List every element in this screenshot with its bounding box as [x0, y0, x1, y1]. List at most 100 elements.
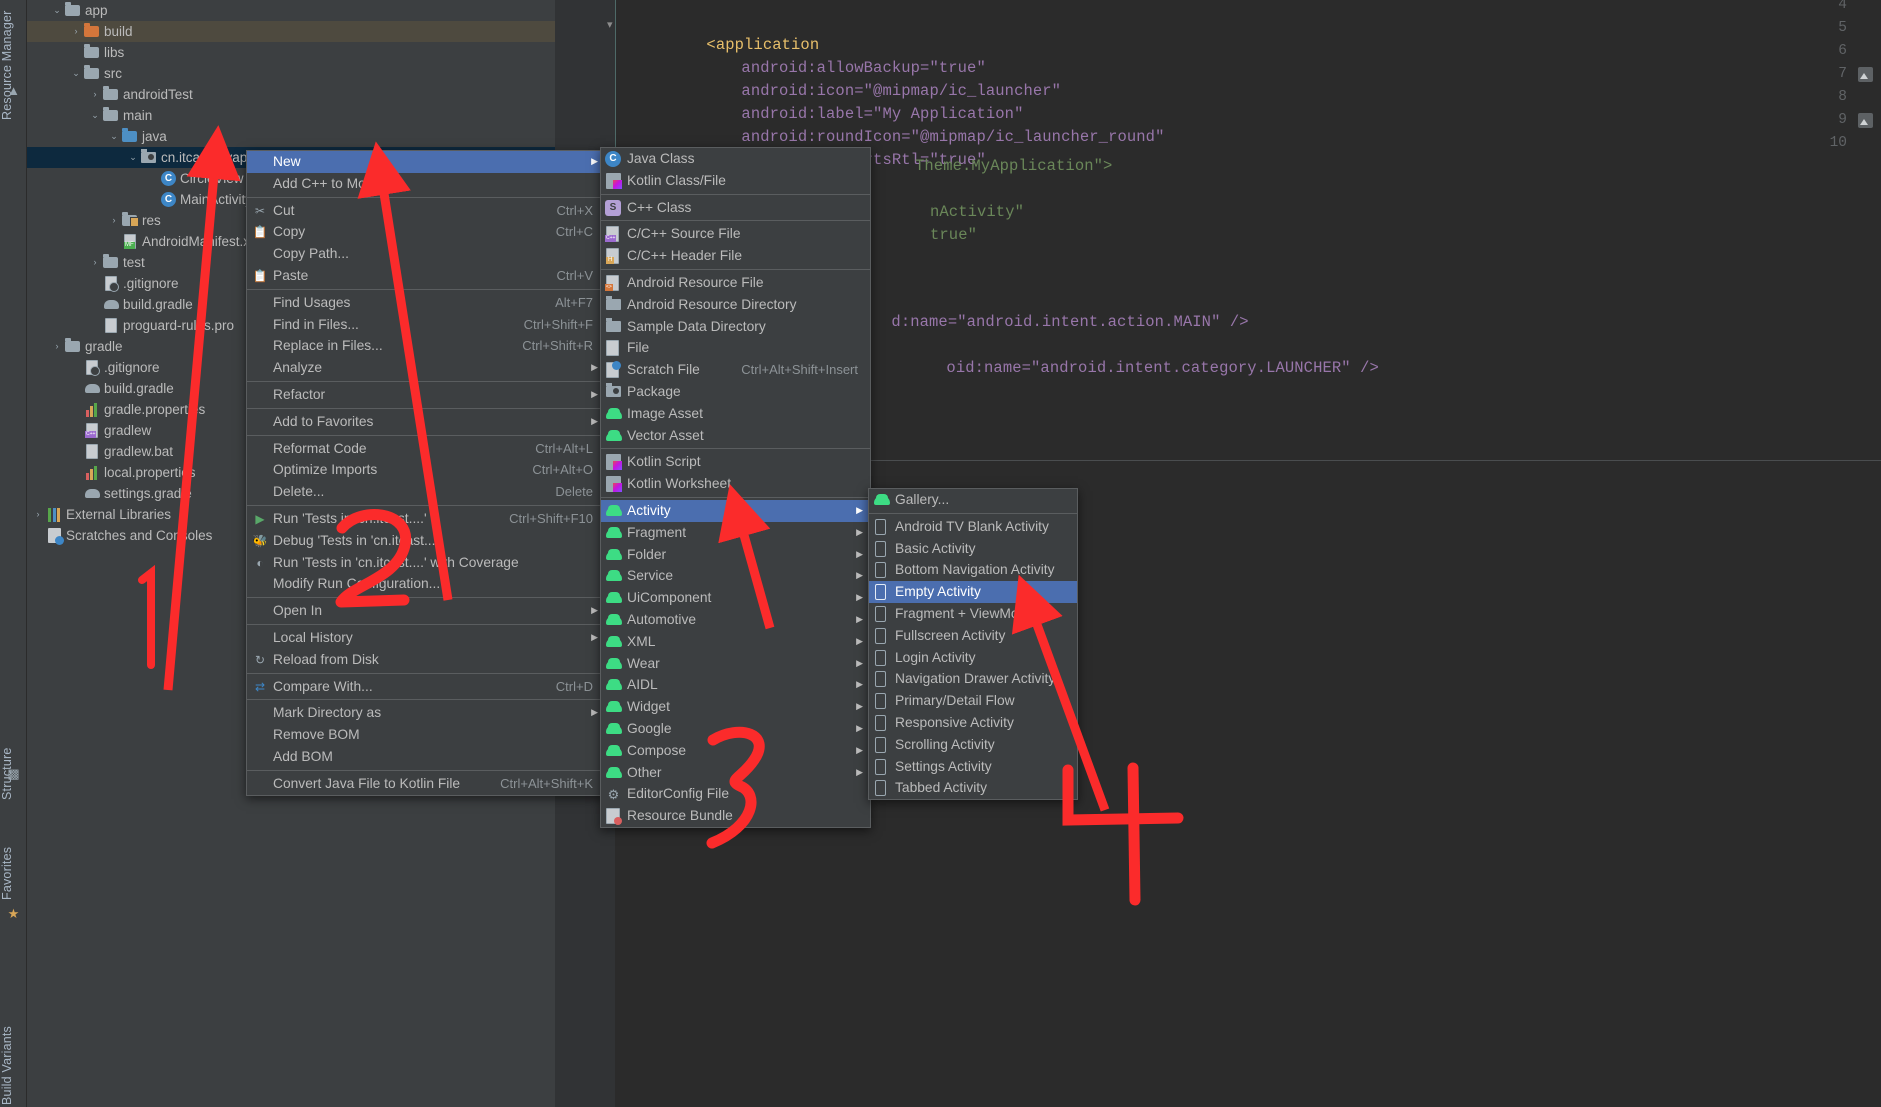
- tree-node-androidtest[interactable]: › androidTest: [27, 84, 555, 105]
- menu-item-modify-run-configuration[interactable]: Modify Run Configuration...: [247, 573, 605, 595]
- chevron-right-icon[interactable]: ›: [50, 336, 64, 357]
- menu-item-vector-asset[interactable]: Vector Asset: [601, 425, 870, 447]
- menu-item-add-to-favorites[interactable]: Add to Favorites ▶: [247, 411, 605, 433]
- menu-item-fullscreen-activity[interactable]: Fullscreen Activity: [869, 625, 1077, 647]
- menu-item-activity[interactable]: Activity ▶: [601, 499, 870, 522]
- chevron-right-icon[interactable]: ›: [31, 504, 45, 525]
- menu-item-run-tests-in-cn-itcast[interactable]: ▶ Run 'Tests in 'cn.itcast....' Ctrl+Shift…: [247, 508, 605, 530]
- menu-item-java-class[interactable]: C Java Class: [601, 148, 870, 170]
- menu-item-add-bom[interactable]: Add BOM: [247, 746, 605, 768]
- menu-item-file[interactable]: File: [601, 337, 870, 359]
- menu-item-android-resource-file[interactable]: Android Resource File: [601, 272, 870, 294]
- sidebar-item-structure[interactable]: Structure: [0, 700, 27, 800]
- menu-item-new[interactable]: New ▶: [247, 151, 605, 173]
- tree-node-build[interactable]: › build: [27, 21, 555, 42]
- menu-item-debug-tests-in-cn-itcast[interactable]: 🐝 Debug 'Tests in 'cn.itcast....': [247, 530, 605, 552]
- menu-item-replace-in-files[interactable]: Replace in Files... Ctrl+Shift+R: [247, 335, 605, 357]
- menu-item-other[interactable]: Other ▶: [601, 762, 870, 784]
- menu-item-open-in[interactable]: Open In ▶: [247, 600, 605, 622]
- menu-item-aidl[interactable]: AIDL ▶: [601, 674, 870, 696]
- menu-item-kotlin-worksheet[interactable]: Kotlin Worksheet: [601, 473, 870, 495]
- menu-item-mark-directory-as[interactable]: Mark Directory as ▶: [247, 702, 605, 724]
- tree-node-main[interactable]: ⌄ main: [27, 105, 555, 126]
- menu-item-empty-activity[interactable]: Empty Activity: [869, 581, 1077, 603]
- chevron-right-icon[interactable]: ›: [88, 84, 102, 105]
- menu-item-compose[interactable]: Compose ▶: [601, 740, 870, 762]
- menu-item-reload-from-disk[interactable]: ↻ Reload from Disk: [247, 649, 605, 671]
- chevron-down-icon[interactable]: ⌄: [88, 105, 102, 126]
- chevron-right-icon[interactable]: ›: [69, 21, 83, 42]
- menu-item-wear[interactable]: Wear ▶: [601, 653, 870, 675]
- menu-item-navigation-drawer-activity[interactable]: Navigation Drawer Activity: [869, 668, 1077, 690]
- code-fold-icon[interactable]: ▾: [607, 18, 613, 31]
- menu-item-android-tv-blank-activity[interactable]: Android TV Blank Activity: [869, 516, 1077, 538]
- chevron-down-icon[interactable]: ⌄: [50, 0, 64, 21]
- menu-item-cut[interactable]: ✂ Cut Ctrl+X: [247, 200, 605, 222]
- chevron-down-icon[interactable]: ⌄: [126, 147, 140, 168]
- menu-item-reformat-code[interactable]: Reformat Code Ctrl+Alt+L: [247, 438, 605, 460]
- tree-node-libs[interactable]: libs: [27, 42, 555, 63]
- menu-item-add-c++-to-module[interactable]: Add C++ to Module: [247, 173, 605, 195]
- menu-item-uicomponent[interactable]: UiComponent ▶: [601, 587, 870, 609]
- menu-item-fragment[interactable]: Fragment ▶: [601, 522, 870, 544]
- menu-item-widget[interactable]: Widget ▶: [601, 696, 870, 718]
- sidebar-item-favorites[interactable]: Favorites: [0, 805, 27, 900]
- tree-node-app[interactable]: ⌄ app: [27, 0, 555, 21]
- menu-item-folder[interactable]: Folder ▶: [601, 544, 870, 566]
- chevron-down-icon[interactable]: ⌄: [107, 126, 121, 147]
- menu-item-sample-data-directory[interactable]: Sample Data Directory: [601, 316, 870, 338]
- menu-item-run-tests-in-cn-itcast-with-coverage[interactable]: ◐ Run 'Tests in 'cn.itcast....' with Cove…: [247, 552, 605, 574]
- activity-submenu[interactable]: Gallery... Android TV Blank Activity Basic…: [868, 488, 1078, 801]
- menu-item-find-usages[interactable]: Find Usages Alt+F7: [247, 292, 605, 314]
- menu-item-c++-class[interactable]: S C++ Class: [601, 197, 870, 219]
- menu-item-scratch-file[interactable]: Scratch File Ctrl+Alt+Shift+Insert: [601, 359, 870, 381]
- menu-item-image-asset[interactable]: Image Asset: [601, 403, 870, 425]
- menu-item-remove-bom[interactable]: Remove BOM: [247, 724, 605, 746]
- menu-item-delete[interactable]: Delete... Delete: [247, 481, 605, 503]
- menu-item-primary-detail-flow[interactable]: Primary/Detail Flow: [869, 690, 1077, 712]
- tree-node-java[interactable]: ⌄ java: [27, 126, 555, 147]
- menu-item-analyze[interactable]: Analyze ▶: [247, 357, 605, 379]
- tree-node-src[interactable]: ⌄ src: [27, 63, 555, 84]
- menu-item-editorconfig-file[interactable]: ⚙ EditorConfig File: [601, 783, 870, 805]
- menu-item-google[interactable]: Google ▶: [601, 718, 870, 740]
- menu-item-c-c++-header-file[interactable]: C/C++ Header File: [601, 245, 870, 267]
- menu-item-c-c++-source-file[interactable]: C/C++ Source File: [601, 223, 870, 245]
- menu-item-optimize-imports[interactable]: Optimize Imports Ctrl+Alt+O: [247, 459, 605, 481]
- menu-item-responsive-activity[interactable]: Responsive Activity: [869, 712, 1077, 734]
- menu-item-label: Add BOM: [273, 748, 333, 764]
- menu-item-service[interactable]: Service ▶: [601, 565, 870, 587]
- menu-item-kotlin-class-file[interactable]: Kotlin Class/File: [601, 170, 870, 192]
- chevron-right-icon[interactable]: ›: [88, 252, 102, 273]
- menu-item-fragment-+-viewmodel[interactable]: Fragment + ViewModel: [869, 603, 1077, 625]
- menu-item-find-in-files[interactable]: Find in Files... Ctrl+Shift+F: [247, 314, 605, 336]
- menu-item-scrolling-activity[interactable]: Scrolling Activity: [869, 734, 1077, 756]
- sidebar-item-resource-manager[interactable]: Resource Manager: [0, 0, 27, 120]
- menu-item-bottom-navigation-activity[interactable]: Bottom Navigation Activity: [869, 559, 1077, 581]
- sidebar-item-build-variants[interactable]: Build Variants: [0, 1026, 27, 1105]
- menu-item-android-resource-directory[interactable]: Android Resource Directory: [601, 294, 870, 316]
- image-preview-gutter-icon[interactable]: [1858, 67, 1873, 82]
- menu-item-paste[interactable]: 📋 Paste Ctrl+V: [247, 265, 605, 287]
- menu-item-automotive[interactable]: Automotive ▶: [601, 609, 870, 631]
- menu-item-local-history[interactable]: Local History ▶: [247, 627, 605, 649]
- menu-item-copy[interactable]: 📋 Copy Ctrl+C: [247, 221, 605, 243]
- menu-item-kotlin-script[interactable]: Kotlin Script: [601, 451, 870, 473]
- menu-item-refactor[interactable]: Refactor ▶: [247, 384, 605, 406]
- image-preview-gutter-icon[interactable]: [1858, 113, 1873, 128]
- new-submenu[interactable]: C Java Class Kotlin Class/File S C++ Class C/…: [600, 147, 871, 828]
- menu-item-xml[interactable]: XML ▶: [601, 631, 870, 653]
- menu-item-compare-with[interactable]: ⇄ Compare With... Ctrl+D: [247, 676, 605, 698]
- menu-item-resource-bundle[interactable]: Resource Bundle: [601, 805, 870, 827]
- menu-item-copy-path[interactable]: Copy Path...: [247, 243, 605, 265]
- menu-item-login-activity[interactable]: Login Activity: [869, 647, 1077, 669]
- chevron-right-icon[interactable]: ›: [107, 210, 121, 231]
- project-context-menu[interactable]: New ▶ Add C++ to Module ✂ Cut Ctrl+X 📋 Copy Ctrl…: [246, 150, 606, 796]
- chevron-down-icon[interactable]: ⌄: [69, 63, 83, 84]
- menu-item-gallery[interactable]: Gallery...: [869, 489, 1077, 511]
- menu-item-settings-activity[interactable]: Settings Activity: [869, 756, 1077, 778]
- menu-item-tabbed-activity[interactable]: Tabbed Activity: [869, 777, 1077, 799]
- menu-item-package[interactable]: Package: [601, 381, 870, 403]
- menu-item-convert-java-file-to-kotlin-file[interactable]: Convert Java File to Kotlin File Ctrl+Alt…: [247, 773, 605, 795]
- menu-item-basic-activity[interactable]: Basic Activity: [869, 538, 1077, 560]
